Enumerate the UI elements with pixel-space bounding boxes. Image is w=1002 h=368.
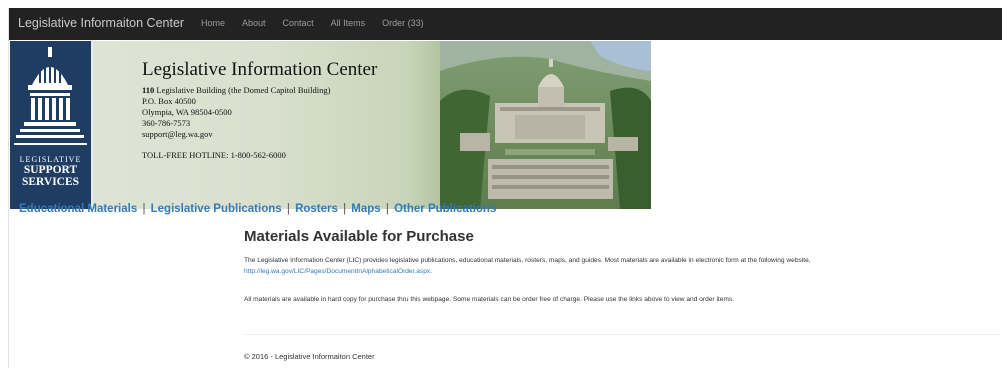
category-link-maps[interactable]: Maps bbox=[351, 203, 380, 215]
intro-paragraph: The Legislative Information Center (LIC)… bbox=[244, 255, 999, 277]
navbar-brand[interactable]: Legislative Informaiton Center bbox=[18, 16, 184, 30]
logo-line-support: SUPPORT bbox=[23, 164, 78, 176]
header-banner: LEGISLATIVE SUPPORT SERVICES Legislative… bbox=[10, 41, 651, 209]
purchase-paragraph: All materials are available in hard copy… bbox=[244, 296, 735, 303]
documents-link[interactable]: http://leg.wa.gov/LIC/Pages/DocumentInAl… bbox=[244, 268, 432, 275]
phone-number: 360-786-7573 bbox=[142, 118, 191, 128]
category-separator: | bbox=[286, 203, 290, 215]
nav-link-all-items[interactable]: All Items bbox=[331, 18, 366, 28]
category-link-educational-materials[interactable]: Educational Materials bbox=[19, 203, 137, 215]
nav-link-home[interactable]: Home bbox=[201, 18, 225, 28]
email-address: support@leg.wa.gov bbox=[142, 129, 213, 139]
banner-title: Legislative Information Center bbox=[142, 59, 378, 80]
nav-link-about[interactable]: About bbox=[242, 18, 266, 28]
navbar: Legislative Informaiton Center Home Abou… bbox=[9, 8, 1002, 40]
nav-link-contact[interactable]: Contact bbox=[283, 18, 314, 28]
logo-text: LEGISLATIVE SUPPORT SERVICES bbox=[12, 156, 89, 188]
address-line: 110 Legislative Building (the Domed Capi… bbox=[142, 85, 377, 96]
nav-link-order[interactable]: Order (33) bbox=[382, 18, 424, 28]
page-title: Materials Available for Purchase bbox=[244, 228, 474, 245]
hotline: TOLL-FREE HOTLINE: 1-800-562-6000 bbox=[142, 150, 286, 160]
capitol-building-photo bbox=[440, 41, 651, 209]
lss-logo: LEGISLATIVE SUPPORT SERVICES bbox=[10, 41, 93, 209]
category-link-other-publications[interactable]: Other Publications bbox=[394, 203, 496, 215]
category-separator: | bbox=[385, 203, 389, 215]
logo-line-services: SERVICES bbox=[21, 175, 80, 188]
city-line: Olympia, WA 98504-0500 bbox=[142, 107, 232, 117]
logo-line-legislative: LEGISLATIVE bbox=[19, 155, 82, 164]
category-separator: | bbox=[343, 203, 347, 215]
contact-info: Legislative Information Center 110 Legis… bbox=[142, 59, 377, 160]
address-number: 110 bbox=[142, 85, 155, 95]
footer-divider bbox=[244, 334, 999, 335]
po-box: P.O. Box 40500 bbox=[142, 96, 196, 106]
main-content: Materials Available for Purchase The Leg… bbox=[244, 228, 999, 305]
footer-copyright: © 2016 - Legislative Informaiton Center bbox=[244, 352, 375, 361]
category-links: Educational Materials | Legislative Publ… bbox=[19, 203, 496, 215]
nav-links: Home About Contact All Items Order (33) bbox=[201, 18, 441, 28]
category-link-rosters[interactable]: Rosters bbox=[295, 203, 338, 215]
intro-text: The Legislative Information Center (LIC)… bbox=[244, 257, 811, 264]
category-separator: | bbox=[142, 203, 146, 215]
capitol-dome-icon bbox=[10, 41, 91, 153]
category-link-legislative-publications[interactable]: Legislative Publications bbox=[151, 203, 282, 215]
address-rest: Legislative Building (the Domed Capitol … bbox=[156, 85, 331, 95]
page-frame: Legislative Informaiton Center Home Abou… bbox=[8, 8, 1002, 368]
